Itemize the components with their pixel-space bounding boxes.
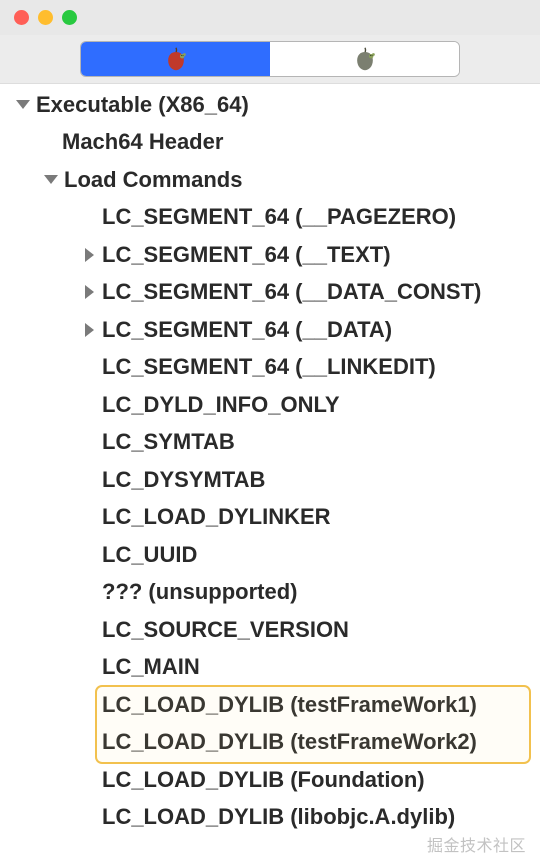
tree-label: ??? (unsupported) [102,579,298,605]
tree-label: Mach64 Header [62,129,223,155]
arch-segment-inactive[interactable] [270,42,459,76]
tree-item-lc-segment-data[interactable]: LC_SEGMENT_64 (__DATA) [0,311,540,349]
tree-label: LC_SOURCE_VERSION [102,617,349,643]
tree-item-lc-segment-linkedit[interactable]: LC_SEGMENT_64 (__LINKEDIT) [0,349,540,387]
tree-label: LC_SEGMENT_64 (__PAGEZERO) [102,204,456,230]
tree-item-lc-segment-pagezero[interactable]: LC_SEGMENT_64 (__PAGEZERO) [0,199,540,237]
tree-root-executable[interactable]: Executable (X86_64) [0,86,540,124]
tree-item-lc-load-dylinker[interactable]: LC_LOAD_DYLINKER [0,499,540,537]
tree-label: LC_SEGMENT_64 (__DATA_CONST) [102,279,481,305]
tree-item-lc-main[interactable]: LC_MAIN [0,649,540,687]
toolbar [0,35,540,83]
disclosure-triangle-icon[interactable] [44,173,58,187]
tree-label: LC_LOAD_DYLIB (testFrameWork2) [102,729,477,755]
red-apple-worm-icon [162,45,190,73]
tree-item-load-commands[interactable]: Load Commands [0,161,540,199]
tree-view[interactable]: Executable (X86_64) Mach64 Header Load C… [0,83,540,866]
tree-label: LC_SEGMENT_64 (__LINKEDIT) [102,354,436,380]
tree-label: LC_SEGMENT_64 (__DATA) [102,317,392,343]
tree-label: Load Commands [64,167,242,193]
disclosure-triangle-icon[interactable] [82,248,96,262]
tree-item-lc-uuid[interactable]: LC_UUID [0,536,540,574]
tree-item-lc-segment-data-const[interactable]: LC_SEGMENT_64 (__DATA_CONST) [0,274,540,312]
tree-label: LC_LOAD_DYLIB (testFrameWork1) [102,692,477,718]
titlebar [0,0,540,35]
arch-segmented-control[interactable] [80,41,460,77]
window-close-button[interactable] [14,10,29,25]
tree-label: Executable (X86_64) [36,92,249,118]
window-minimize-button[interactable] [38,10,53,25]
tree-item-lc-dysymtab[interactable]: LC_DYSYMTAB [0,461,540,499]
tree-item-lc-segment-text[interactable]: LC_SEGMENT_64 (__TEXT) [0,236,540,274]
tree-item-lc-load-dylib-libobjc[interactable]: LC_LOAD_DYLIB (libobjc.A.dylib) [0,799,540,837]
tree-label: LC_SYMTAB [102,429,235,455]
tree-label: LC_UUID [102,542,197,568]
tree-label: LC_LOAD_DYLIB (libobjc.A.dylib) [102,804,455,830]
tree-item-lc-load-dylib-testframework1[interactable]: LC_LOAD_DYLIB (testFrameWork1) [0,686,540,724]
tree-label: LC_LOAD_DYLIB (Foundation) [102,767,425,793]
watermark: 掘金技术社区 [427,832,526,856]
tree-item-mach64-header[interactable]: Mach64 Header [0,124,540,162]
tree-item-lc-symtab[interactable]: LC_SYMTAB [0,424,540,462]
window-maximize-button[interactable] [62,10,77,25]
disclosure-triangle-icon[interactable] [82,323,96,337]
disclosure-triangle-icon[interactable] [82,285,96,299]
tree-item-unsupported[interactable]: ??? (unsupported) [0,574,540,612]
tree-item-lc-load-dylib-testframework2[interactable]: LC_LOAD_DYLIB (testFrameWork2) [0,724,540,762]
arch-segment-active[interactable] [81,42,270,76]
tree-label: LC_LOAD_DYLINKER [102,504,331,530]
tree-item-lc-load-dylib-foundation[interactable]: LC_LOAD_DYLIB (Foundation) [0,761,540,799]
tree-label: LC_DYLD_INFO_ONLY [102,392,340,418]
disclosure-triangle-icon[interactable] [16,98,30,112]
gray-apple-worm-icon [351,45,379,73]
tree-item-lc-dyld-info-only[interactable]: LC_DYLD_INFO_ONLY [0,386,540,424]
tree-item-lc-source-version[interactable]: LC_SOURCE_VERSION [0,611,540,649]
tree-label: LC_MAIN [102,654,200,680]
tree-label: LC_SEGMENT_64 (__TEXT) [102,242,391,268]
tree-label: LC_DYSYMTAB [102,467,265,493]
